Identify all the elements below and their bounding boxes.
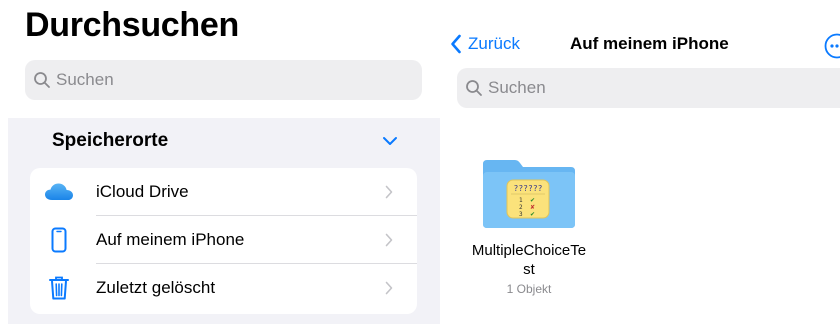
trash-icon [44,274,74,302]
more-options-icon[interactable] [824,33,840,59]
page-title: Auf meinem iPhone [570,34,729,53]
locations-list: iCloud Drive Auf meinem iPhone Zuletzt g… [30,168,417,314]
sidebar-item-recently-deleted[interactable]: Zuletzt gelöscht [30,264,417,312]
svg-text:??????: ?????? [514,184,543,193]
locations-section: Speicherorte iCloud Drive Auf meinem iPh… [8,118,440,324]
section-title[interactable]: Speicherorte [52,130,168,152]
svg-text:✘: ✘ [530,204,535,211]
chevron-down-icon[interactable] [382,136,398,146]
sidebar: Durchsuchen Suchen Speicherorte iCloud D… [0,0,440,324]
folder-icon: ?????? 1 ✔ 2 ✘ 3 ✔ [483,160,575,228]
sidebar-item-icloud-drive[interactable]: iCloud Drive [30,168,417,216]
chevron-right-icon [385,185,393,199]
file-name: MultipleChoiceTest [471,242,587,278]
file-item[interactable]: ?????? 1 ✔ 2 ✘ 3 ✔ MultipleChoiceTest 1 … [470,158,588,296]
pane-search-placeholder: Suchen [488,78,546,97]
file-browser-pane: Zurück Auf meinem iPhone Suchen ?????? 1… [440,0,840,324]
search-icon [466,80,482,96]
back-button[interactable]: Zurück [450,34,520,54]
icloud-icon [44,178,74,206]
chevron-left-icon [451,34,461,54]
pane-search-field[interactable]: Suchen [457,68,840,108]
sidebar-item-label: Auf meinem iPhone [96,230,245,249]
chevron-right-icon [385,233,393,247]
svg-text:3: 3 [519,211,523,218]
sidebar-search-placeholder: Suchen [56,70,114,89]
sidebar-search-field[interactable]: Suchen [25,60,422,100]
sidebar-item-on-my-iphone[interactable]: Auf meinem iPhone [30,216,417,264]
file-item-count: 1 Objekt [506,282,552,296]
chevron-right-icon [385,281,393,295]
iphone-icon [44,226,74,254]
svg-text:2: 2 [519,204,523,211]
search-icon [34,72,50,88]
back-button-label: Zurück [468,34,520,53]
sidebar-item-label: iCloud Drive [96,182,189,201]
svg-text:1: 1 [519,197,523,204]
svg-text:✔: ✔ [530,211,535,218]
svg-text:✔: ✔ [530,197,535,204]
sidebar-title: Durchsuchen [25,6,239,44]
sidebar-item-label: Zuletzt gelöscht [96,278,216,297]
